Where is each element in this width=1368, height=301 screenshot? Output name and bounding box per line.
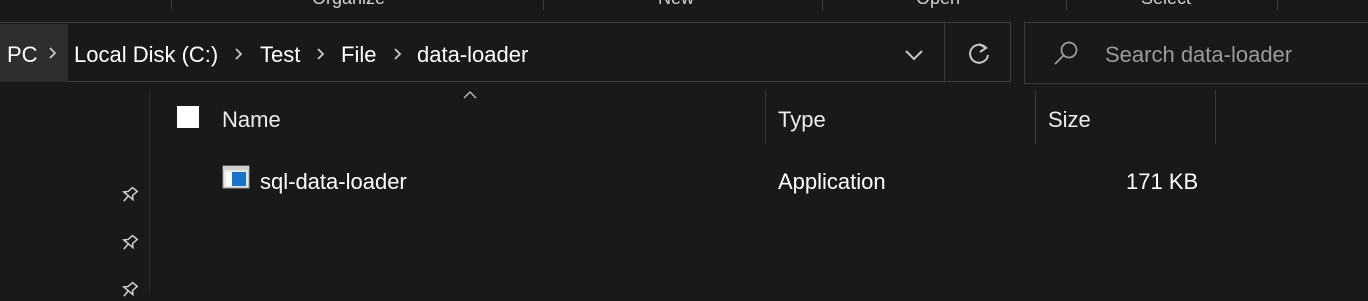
column-header-row: Name Type Size: [150, 90, 1368, 144]
pin-icon[interactable]: [118, 279, 140, 301]
pin-icon[interactable]: [118, 184, 140, 206]
ribbon-separator: [1066, 0, 1067, 10]
chevron-right-icon[interactable]: [316, 44, 326, 64]
column-header-name[interactable]: Name: [222, 107, 281, 133]
ribbon-group-select[interactable]: Select: [1141, 0, 1191, 9]
file-row[interactable]: sql-data-loader Application 171 KB: [150, 152, 1368, 206]
file-list: Name Type Size sql-data-loader Applicati…: [150, 90, 1368, 292]
file-type: Application: [778, 169, 886, 194]
column-header-size[interactable]: Size: [1048, 107, 1091, 133]
ribbon-separator: [822, 0, 823, 10]
chevron-right-icon[interactable]: [234, 44, 244, 64]
address-bar[interactable]: PC Local Disk (C:) Test File data-loader: [0, 22, 1011, 82]
navigation-pane: [0, 90, 149, 297]
search-placeholder[interactable]: Search data-loader: [1105, 42, 1292, 68]
application-icon: [222, 165, 250, 189]
breadcrumb-data-loader[interactable]: data-loader: [417, 42, 528, 68]
ribbon: Organize New Open Select: [0, 0, 1368, 12]
breadcrumb-local-disk[interactable]: Local Disk (C:): [74, 42, 218, 68]
chevron-down-icon[interactable]: [900, 41, 928, 69]
breadcrumb-test[interactable]: Test: [260, 42, 300, 68]
ribbon-separator: [171, 0, 172, 10]
column-divider[interactable]: [1035, 90, 1036, 144]
sort-up-icon: [463, 91, 477, 99]
ribbon-separator: [1277, 0, 1278, 10]
file-name[interactable]: sql-data-loader: [260, 169, 407, 195]
breadcrumb-file[interactable]: File: [341, 42, 376, 68]
ribbon-group-new[interactable]: New: [658, 0, 694, 9]
breadcrumb-root-pc[interactable]: PC: [0, 24, 68, 82]
ribbon-separator: [543, 0, 544, 10]
breadcrumb-root-label: PC: [7, 42, 38, 67]
ribbon-group-organize[interactable]: Organize: [312, 0, 385, 9]
column-header-type[interactable]: Type: [778, 107, 826, 133]
chevron-right-icon[interactable]: [393, 44, 403, 64]
refresh-icon[interactable]: [964, 39, 994, 69]
select-all-checkbox[interactable]: [177, 106, 199, 128]
chevron-right-icon[interactable]: [48, 43, 58, 63]
search-icon: [1054, 41, 1078, 65]
ribbon-group-open[interactable]: Open: [916, 0, 960, 9]
column-divider[interactable]: [765, 90, 766, 144]
column-divider[interactable]: [1215, 90, 1216, 144]
file-size: 171 KB: [1126, 169, 1199, 194]
address-divider: [944, 23, 945, 81]
search-box[interactable]: Search data-loader: [1024, 22, 1368, 84]
pin-icon[interactable]: [118, 232, 140, 254]
